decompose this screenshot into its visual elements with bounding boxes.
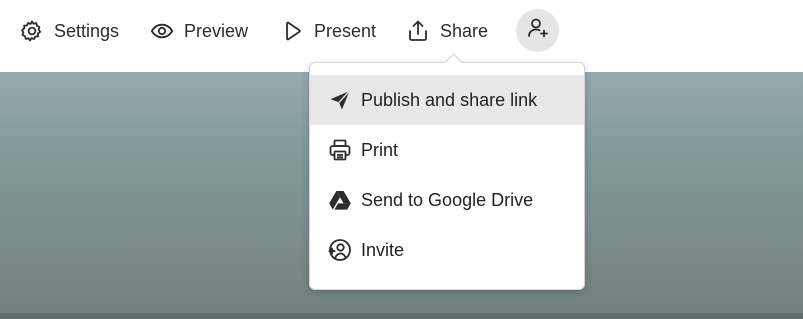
share-label: Share [440,20,489,41]
settings-button[interactable]: Settings [20,17,119,45]
menu-item-label: Print [361,139,399,160]
send-icon [328,88,352,112]
invite-collaborator-button[interactable] [516,9,559,52]
share-menu: Publish and share link Print Send to Goo… [309,62,585,290]
add-user-icon [526,16,550,45]
menu-item-send-to-google-drive[interactable]: Send to Google Drive [310,175,584,225]
gear-icon [20,19,44,43]
printer-icon [328,138,352,162]
settings-label: Settings [54,20,120,41]
menu-item-invite[interactable]: Invite [310,225,584,275]
preview-button[interactable]: Preview [150,17,248,45]
menu-item-label: Publish and share link [361,89,538,110]
google-drive-icon [328,188,352,212]
share-menu-list: Publish and share link Print Send to Goo… [310,75,584,275]
invite-user-icon [328,238,352,262]
play-icon [282,19,304,43]
share-upload-icon [406,19,430,43]
menu-item-print[interactable]: Print [310,125,584,175]
menu-item-label: Send to Google Drive [361,189,534,210]
share-button[interactable]: Share [406,17,488,45]
preview-label: Preview [184,20,249,41]
eye-icon [150,19,174,43]
menu-item-publish-share-link[interactable]: Publish and share link [310,75,584,125]
present-button[interactable]: Present [282,17,376,45]
present-label: Present [314,20,377,41]
menu-item-label: Invite [361,239,405,260]
